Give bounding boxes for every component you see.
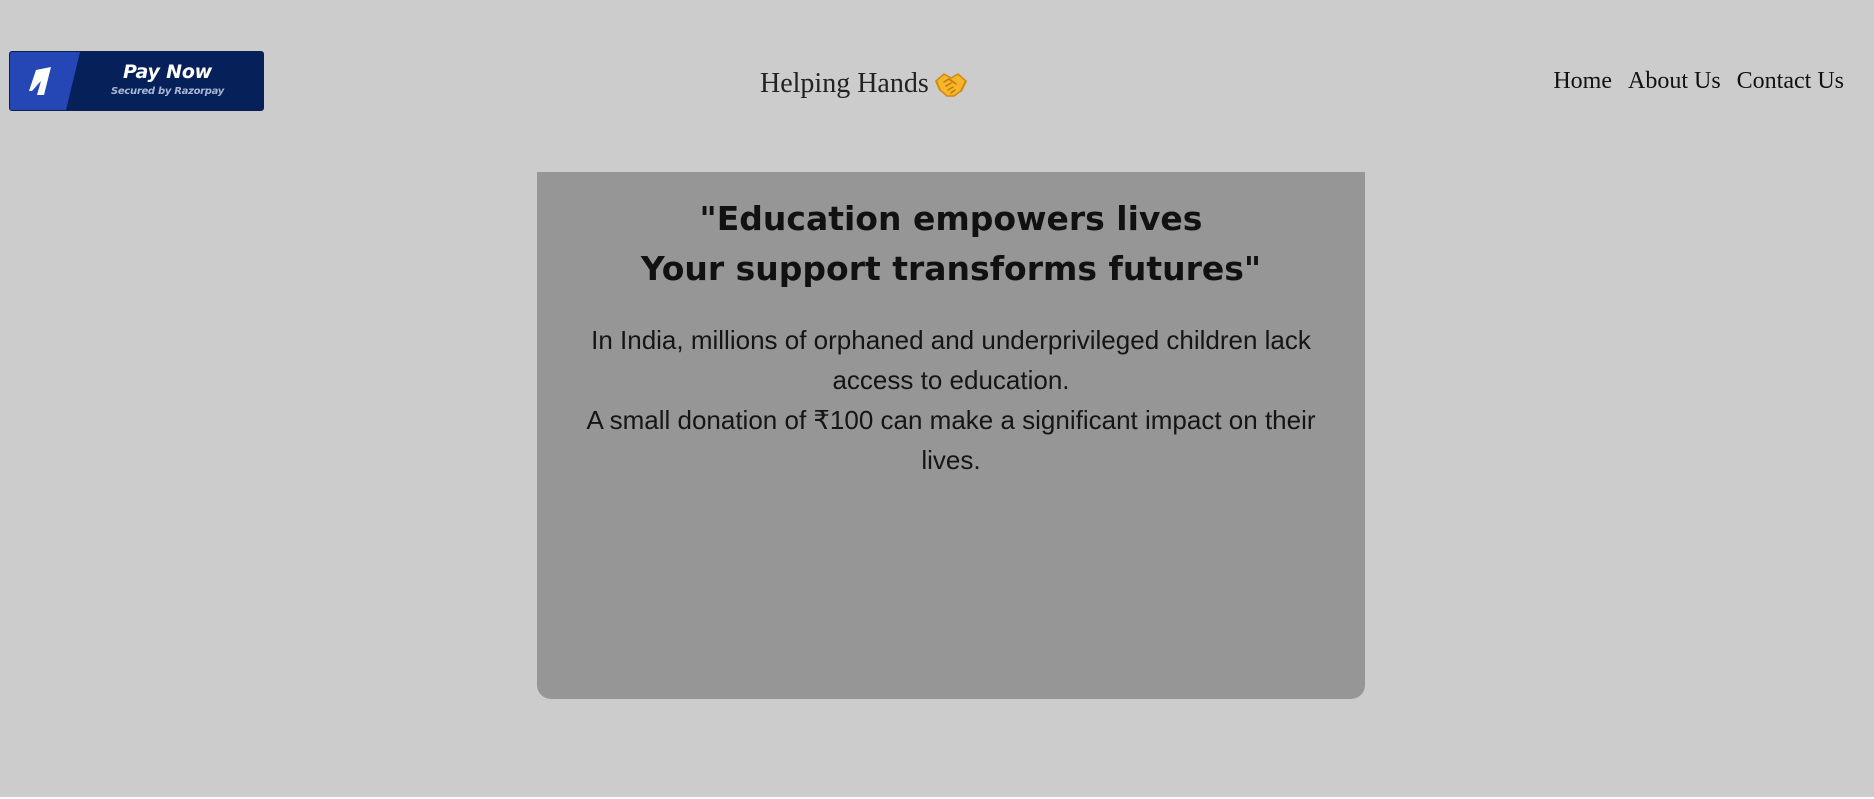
- nav-home-link[interactable]: Home: [1553, 68, 1612, 95]
- brand-name: Helping Hands: [760, 68, 929, 99]
- hero-quote-line2: Your support transforms futures": [640, 249, 1262, 288]
- hero-paragraph-2: A small donation of ₹100 can make a sign…: [586, 405, 1316, 475]
- pay-now-label: Pay Now: [122, 61, 213, 83]
- nav-about-link[interactable]: About Us: [1628, 68, 1721, 95]
- hero-quote: "Education empowers lives Your support t…: [537, 194, 1365, 294]
- handshake-icon: [934, 69, 968, 99]
- main-nav: Home About Us Contact Us: [1553, 68, 1844, 95]
- secured-by-label: Secured by Razorpay: [110, 86, 225, 97]
- pay-now-button[interactable]: Pay Now Secured by Razorpay: [9, 51, 264, 111]
- nav-contact-link[interactable]: Contact Us: [1737, 68, 1844, 95]
- razorpay-logo-icon: [10, 52, 80, 110]
- hero-card: "Education empowers lives Your support t…: [537, 172, 1365, 699]
- site-brand: Helping Hands: [760, 68, 968, 100]
- hero-quote-line1: "Education empowers lives: [699, 199, 1203, 238]
- hero-description: In India, millions of orphaned and under…: [567, 320, 1335, 480]
- hero-paragraph-1: In India, millions of orphaned and under…: [591, 325, 1311, 395]
